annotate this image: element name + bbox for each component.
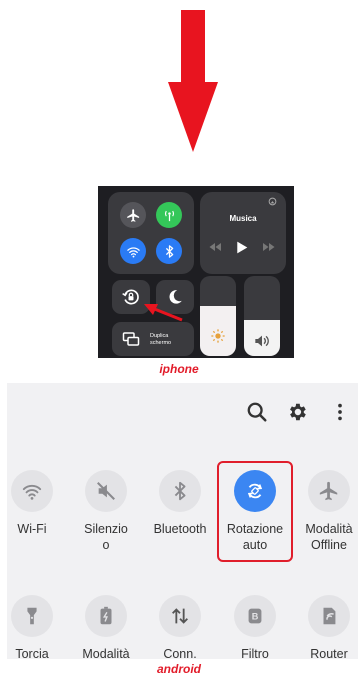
mirror-label-line1: Duplica [150,333,169,339]
tile-label: Modalità [82,647,130,659]
tile-label: Modalità Offline [305,522,353,552]
tile-hotspot[interactable]: Router [289,595,358,659]
filter-icon: B [248,608,262,624]
tile-bluetooth[interactable]: Bluetooth [140,470,220,537]
brightness-slider[interactable] [200,276,236,356]
wifi-icon [22,485,42,500]
tile-label: Torcia [15,647,49,659]
airplay-icon[interactable] [268,197,277,206]
tile-silent[interactable]: Silenzio o [66,470,146,553]
mute-icon [97,482,115,500]
tile-label: Router [310,647,348,659]
flashlight-icon [27,607,37,625]
bluetooth-icon [165,244,173,258]
rotation-lock-icon [122,289,139,305]
down-arrow-icon [168,10,218,152]
wifi-icon [126,246,140,257]
hotspot-icon [323,607,336,625]
tile-label: Filtro [241,647,269,659]
next-track-icon[interactable] [262,242,276,252]
volume-slider[interactable] [244,276,280,356]
airplane-toggle[interactable] [120,202,146,228]
tile-data-connection[interactable]: Conn. [140,595,220,659]
data-transfer-icon [172,608,188,624]
tile-label: Silenzio o [84,522,128,552]
airplane-icon [319,481,338,501]
battery-mode-icon [100,606,112,625]
play-icon[interactable] [236,241,248,254]
cellular-antenna-icon [164,210,174,221]
tile-power-mode[interactable]: Modalità [66,595,146,659]
annotation-arrow [144,304,183,322]
screen-mirroring-icon [122,332,140,346]
bluetooth-icon [174,481,186,501]
tile-wifi[interactable]: Wi-Fi [7,470,72,537]
iphone-caption: iphone [159,362,199,376]
android-caption: android [157,662,201,676]
search-icon[interactable] [246,401,268,423]
tile-label: Wi-Fi [17,522,47,536]
music-title: Musica [229,214,257,223]
bluetooth-toggle[interactable] [156,238,182,264]
tile-airplane-mode[interactable]: Modalità Offline [289,470,358,553]
gear-icon[interactable] [286,401,308,423]
screen-mirroring-button[interactable]: Duplica schermo [112,322,194,356]
previous-track-icon[interactable] [208,242,222,252]
sun-icon [211,329,225,343]
tile-label: Conn. [163,647,197,659]
tile-flashlight[interactable]: Torcia [7,595,72,659]
android-quick-settings: Wi-Fi Silenzio o Bluetooth Rotazione aut… [7,383,358,659]
svg-text:B: B [252,612,259,622]
music-panel[interactable]: Musica [200,192,286,274]
connectivity-panel [108,192,194,274]
cellular-toggle[interactable] [156,202,182,228]
tile-filter[interactable]: B Filtro [215,595,295,659]
wifi-toggle[interactable] [120,238,146,264]
iphone-control-center: Musica Duplica schermo [98,186,294,358]
more-vert-icon[interactable] [329,401,351,423]
airplane-icon [126,208,139,222]
tile-label: Bluetooth [153,522,207,536]
highlight-box [217,461,293,562]
mirror-label-line2: schermo [150,340,172,346]
speaker-icon [255,335,269,347]
